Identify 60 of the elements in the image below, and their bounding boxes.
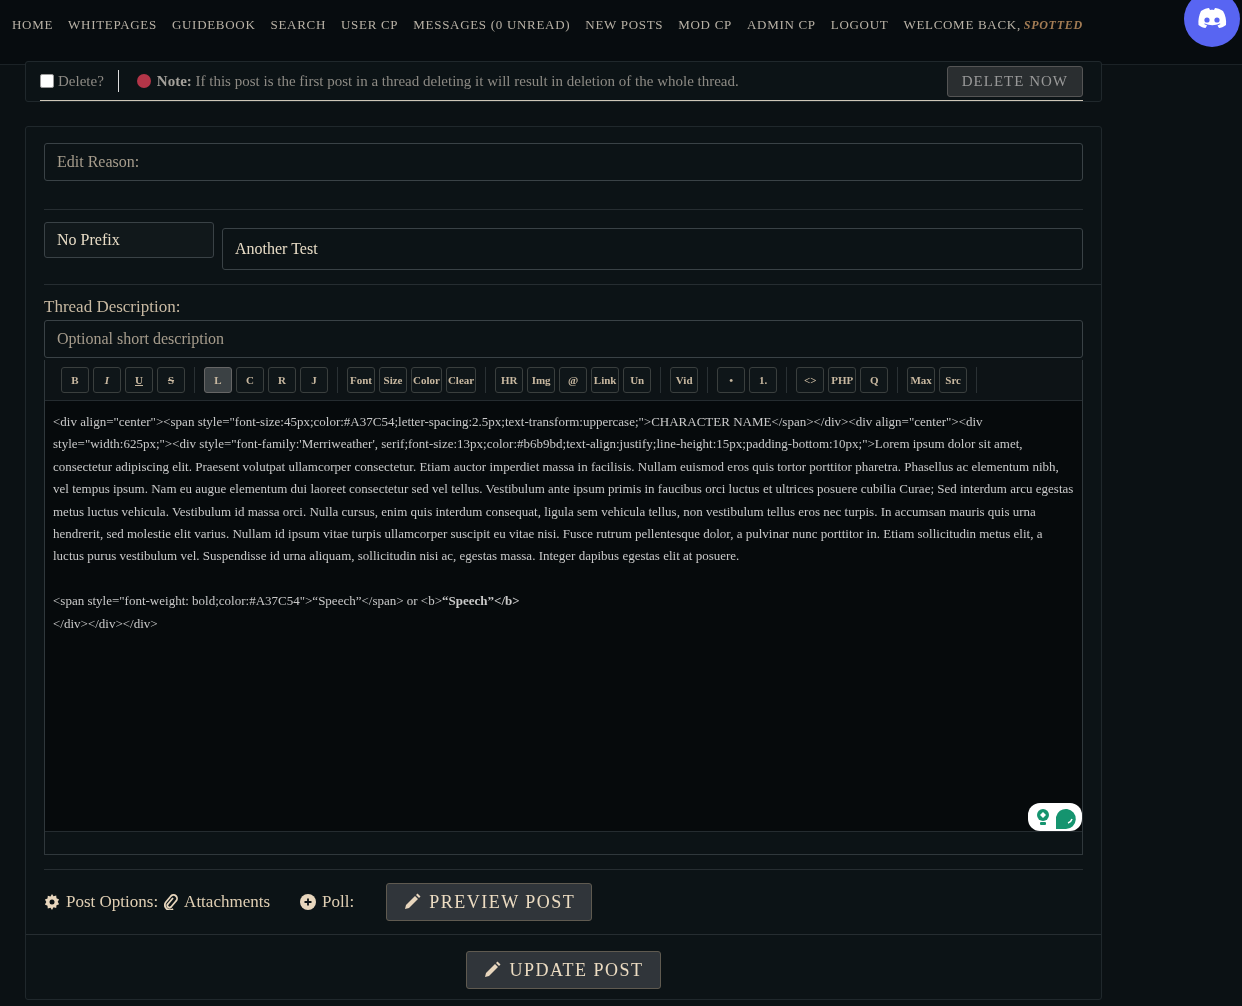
nav-link[interactable]: ADMIN CP [746,17,816,33]
toolbar-button[interactable]: L [204,367,232,393]
toolbar-button[interactable]: HR [495,367,524,393]
username-link[interactable]: SPOTTED [1023,17,1083,33]
gear-icon [44,894,60,910]
subject-field[interactable]: Another Test [222,228,1083,270]
nav-link[interactable]: MESSAGES (0 UNREAD) [413,17,571,33]
toolbar-button[interactable]: 1. [749,367,778,393]
nav-link[interactable]: LOGOUT [830,17,889,33]
toolbar-button[interactable]: Font [347,367,375,393]
toolbar-button[interactable]: R [268,367,296,393]
attachments-link[interactable]: Attachments [184,892,271,912]
toolbar-button[interactable]: C [236,367,264,393]
nav-link[interactable]: WHITEPAGES [68,17,157,33]
delete-now-button[interactable]: DELETE NOW [946,65,1083,97]
toolbar-button[interactable]: @ [559,367,588,393]
note-text: Note: If this post is the first post in a thread deleting it will result in deletion of the whole thread. [156,72,739,90]
toolbar-button[interactable]: Q [860,367,889,393]
toolbar-button[interactable]: Un [623,367,652,393]
plus-circle-icon[interactable] [300,894,317,910]
update-post-button[interactable]: UPDATE POST [466,951,661,989]
description-label: Thread Description: [44,297,182,317]
paperclip-icon [164,894,179,910]
nav-link[interactable]: MOD CP [678,17,732,33]
nav-link[interactable]: USER CP [341,17,399,33]
nav-link[interactable]: SEARCH [270,17,326,33]
toolbar-button[interactable]: Src [939,367,968,393]
toolbar-button[interactable]: Img [527,367,556,393]
toolbar-button[interactable]: <> [796,367,825,393]
toolbar-button[interactable]: S [157,367,185,393]
toolbar-button[interactable]: Size [379,367,407,393]
delete-label: Delete? [58,72,104,90]
toolbar-button[interactable]: B [61,367,89,393]
pencil-icon [403,893,422,911]
toolbar-button[interactable]: PHP [828,367,857,393]
writing-assistant-widget[interactable] [1028,803,1082,831]
toolbar-button[interactable]: Color [411,367,442,393]
welcome-text: WELCOME BACK, [903,17,1021,33]
toolbar-button[interactable]: • [717,367,746,393]
nav-link[interactable]: NEW POSTS [585,17,664,33]
post-options-label: Post Options: [66,892,159,912]
edit-reason-field[interactable]: Edit Reason: [44,143,1083,181]
editor-field[interactable]: <div align="center"><span style="font-size:45px;color:#A37C54;letter-spacing:2.5px;text-transform:uppercase;">CHARACTER NAME</span></div><div align="center"><div style="width:625px;"><div style="font-family:'Merriweather', serif;font-size:13px;color:#b6b9bd;text-align:justify;line-height:15px;padding-bottom:10px;">Lorem ipsum dolor sit amet, consectetur adipiscing elit. Praesent volutpat ullamcorper consectetur. Etiam auctor imperdiet massa in facilisis. Nullam euismod eros quis tortor porttitor pharetra. Phasellus ac elementum nibh, vel tempus ipsum. Nam eu augue elementum dui laoreet consectetur sed vel tellus. Vestibulum ante ipsum primis in faucibus orci luctus et ultrices posuere cubilia Curae; Sed interdum arcu egestas metus luctus vehicula. Vestibulum id massa orci. Nulla cursus, enim quis interdum consequat, ligula sem vehicula tellus, non vestibulum tellus eros nec turpis. In accumsan mauris quis urna hendrerit, sed molestie elit varius. Nullam id ipsum vitae turpis ullamcorper suscipit eu vitae nisi. Fusce rutrum pellentesque dolor, a pulvinar nunc porttitor in. Etiam sollicitudin metus elit, a luctus purus vestibulum vel. Suspendisse id urna aliquam, sollicitudin nisi ac, egestas massa. Integer dapibus egestas elit at posuere. <span style="font-weight: bold;color:#A37C54">“Speech”</span> or <b>“Speech”</b> </div></div></div> [45,401,1082,831]
toolbar-button[interactable]: Clear [445,367,477,393]
pencil-icon [483,961,502,979]
toolbar-button[interactable]: I [93,367,121,393]
toolbar-button[interactable]: U [125,367,153,393]
nav-link[interactable]: GUIDEBOOK [171,17,256,33]
toolbar-button[interactable]: Max [907,367,936,393]
toolbar-button[interactable]: J [300,367,328,393]
prefix-dropdown[interactable]: No Prefix [44,222,214,258]
delete-checkbox[interactable] [40,74,54,88]
nav-link[interactable]: HOME [12,17,54,33]
preview-post-button[interactable]: PREVIEW POST [386,883,593,921]
poll-label: Poll: [322,892,355,912]
description-field[interactable]: Optional short description [44,320,1083,358]
toolbar-button[interactable]: Vid [670,367,699,393]
warning-icon [136,74,151,88]
discord-icon[interactable] [1184,0,1240,47]
toolbar-button[interactable]: Link [591,367,620,393]
